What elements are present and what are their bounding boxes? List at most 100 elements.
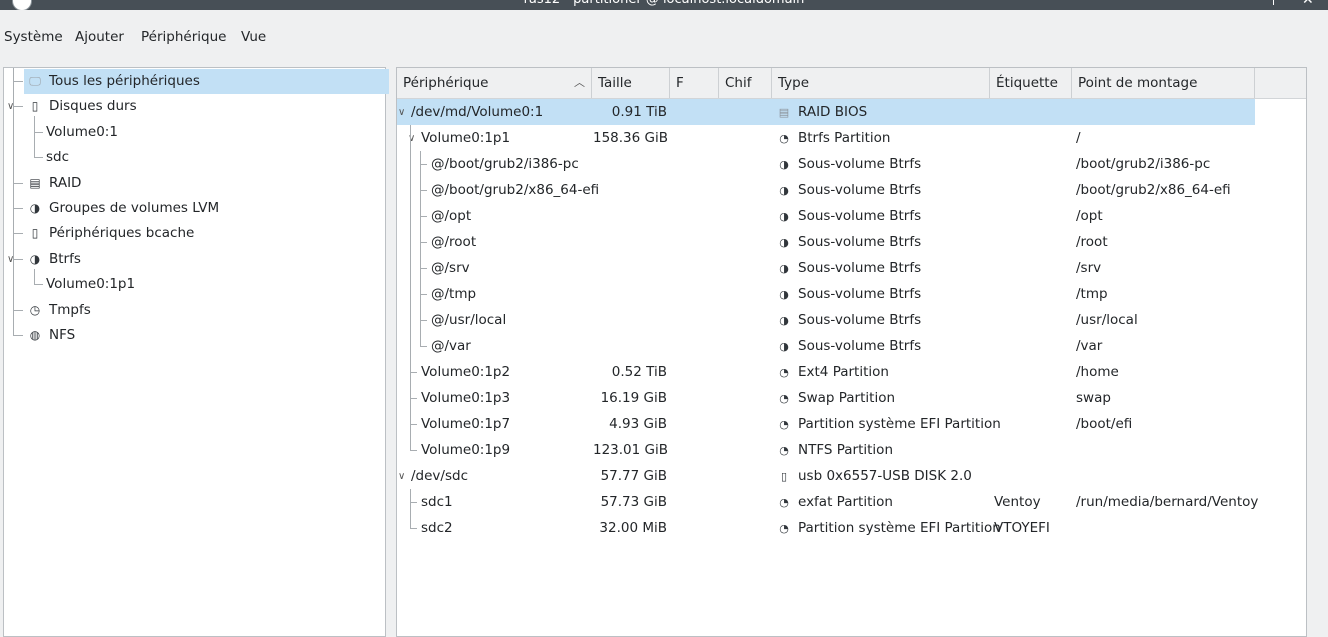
sidebar-item-p-riph-riques-bcache[interactable]: ▯ Périphériques bcache <box>26 221 328 246</box>
cell-type-wrapper: ◔ Ext4 Partition <box>778 359 889 385</box>
raid-icon: ▤ <box>29 175 41 190</box>
window-titlebar: ras12 - partitioner @ localhost.localdom… <box>0 0 1328 10</box>
sidebar-item-raid[interactable]: ▤ RAID <box>26 171 328 196</box>
cell-mount-point: /boot/grub2/x86_64-efi <box>1076 182 1231 198</box>
tree-guide <box>13 106 23 108</box>
tree-guide <box>13 182 23 184</box>
sidebar-item-tous-les-p-riph-riques[interactable]: 🖵 Tous les périphériques <box>24 69 389 94</box>
column-header-etiquette[interactable]: Étiquette <box>990 68 1072 98</box>
table-row[interactable]: Volume0:1p3 16.19 GiB ◔ Swap Partition swap <box>397 385 1255 411</box>
cell-size <box>593 177 667 203</box>
cell-size <box>593 307 667 333</box>
subvolume-pie-icon: ◑ <box>779 262 789 275</box>
column-header-point-de-montage[interactable]: Point de montage <box>1072 68 1255 98</box>
sidebar-item-label: Volume0:1 <box>46 123 118 140</box>
table-row[interactable]: @/var ◑ Sous-volume Btrfs/var <box>397 333 1255 359</box>
cell-mount-point: /tmp <box>1076 286 1108 302</box>
chevron-down-icon[interactable]: ∨ <box>398 471 405 483</box>
sidebar-item-sdc[interactable]: sdc <box>46 145 69 170</box>
partition-pie-icon: ◔ <box>779 132 789 145</box>
column-header-peripherique[interactable]: Périphérique ︿ <box>397 68 592 98</box>
cell-mount-point: /var <box>1076 338 1103 354</box>
cell-device: Volume0:1p2 <box>421 364 511 380</box>
column-header-taille[interactable]: Taille <box>592 68 670 98</box>
table-row[interactable]: sdc2 32.00 MiB ◔ Partition système EFI Part… <box>397 515 1255 541</box>
table-row[interactable]: Volume0:1p1 158.36 GiB ◔ Btrfs Partition / <box>397 125 1255 151</box>
subvolume-pie-icon: ◑ <box>779 184 789 197</box>
raid-icon: ▤ <box>778 106 790 119</box>
sidebar-item-label: Groupes de volumes LVM <box>49 200 220 216</box>
cell-size: 32.00 MiB <box>599 520 667 536</box>
chevron-down-icon[interactable]: ∨ <box>398 107 405 119</box>
sidebar-item-label: Disques durs <box>49 98 137 115</box>
table-row[interactable]: @/srv ◑ Sous-volume Btrfs/srv <box>397 255 1255 281</box>
cell-device: @/opt <box>431 208 472 224</box>
table-row[interactable]: @/boot/grub2/x86_64-efi ◑ Sous-volume Btrf… <box>397 177 1255 203</box>
column-header-chif[interactable]: Chif <box>719 68 772 98</box>
table-row[interactable]: @/opt ◑ Sous-volume Btrfs/opt <box>397 203 1255 229</box>
sidebar-item-tmpfs[interactable]: ◷ Tmpfs <box>26 298 328 323</box>
hard-disk-icon: ▯ <box>31 99 39 114</box>
table-row[interactable]: sdc1 57.73 GiB ◔ exfat Partition Ventoy/run/… <box>397 489 1259 515</box>
cell-type-wrapper: ◔ exfat Partition <box>778 489 893 515</box>
cell-mount-point: / <box>1076 130 1081 146</box>
cell-device: /dev/md/Volume0:1 <box>411 104 544 120</box>
tree-guide <box>13 309 23 311</box>
cell-mount-point: /root <box>1076 234 1108 250</box>
cell-type: NTFS Partition <box>798 442 893 458</box>
column-header-f[interactable]: F <box>670 68 719 98</box>
menu-peripherique[interactable]: Périphérique <box>141 26 226 48</box>
sidebar-item-label: Tous les périphériques <box>49 73 200 89</box>
table-row[interactable]: @/tmp ◑ Sous-volume Btrfs/tmp <box>397 281 1255 307</box>
tree-guide <box>420 190 427 191</box>
cell-size: 0.91 TiB <box>611 104 667 120</box>
table-row[interactable]: /dev/md/Volume0:1 0.91 TiB ▤ RAID BIOS <box>397 99 1255 125</box>
sidebar-item-groupes-de-volumes-lvm[interactable]: ◑ Groupes de volumes LVM <box>26 196 328 221</box>
maximize-icon[interactable] <box>1266 0 1274 5</box>
cell-mount-point: swap <box>1076 390 1111 406</box>
subvolume-pie-icon: ◑ <box>779 314 789 327</box>
device-tree-panel: 🖵 Tous les périphériques ▯ Disques durs ∨ Vol… <box>3 67 389 637</box>
sidebar-item-label: Périphériques bcache <box>49 225 195 242</box>
cell-mount-point: /srv <box>1076 260 1102 276</box>
cell-type: Btrfs Partition <box>798 130 891 146</box>
menu-ajouter[interactable]: Ajouter <box>75 26 124 48</box>
column-header-type[interactable]: Type <box>772 68 990 98</box>
sort-ascending-icon: ︿ <box>574 76 585 89</box>
table-row[interactable]: Volume0:1p2 0.52 TiB ◔ Ext4 Partition/home <box>397 359 1255 385</box>
sidebar-item-nfs[interactable]: ◍ NFS <box>26 323 328 348</box>
table-row[interactable]: /dev/sdc 57.77 GiB ▯ usb 0x6557-USB DISK 2.… <box>397 463 1255 489</box>
table-header: Périphérique ︿ Taille F Chif Type Étique… <box>397 68 1306 99</box>
tree-guide <box>410 502 417 503</box>
cell-size: 16.19 GiB <box>600 390 667 406</box>
cell-type: Sous-volume Btrfs <box>798 260 922 276</box>
sidebar-item-volume0-1p1[interactable]: Volume0:1p1 <box>46 272 135 297</box>
sidebar-item-label: NFS <box>49 327 76 343</box>
tree-guide <box>13 258 23 260</box>
partition-pie-icon: ◔ <box>779 496 789 509</box>
cell-type: Partition système EFI Partition <box>798 416 1001 432</box>
device-table-panel: Périphérique ︿ Taille F Chif Type Étique… <box>396 67 1307 637</box>
bcache-disk-icon: ▯ <box>31 226 39 241</box>
cell-device: sdc1 <box>421 494 453 510</box>
cell-type-wrapper: ◔ Partition système EFI Partition <box>778 515 1001 541</box>
menu-vue[interactable]: Vue <box>241 26 266 48</box>
table-row[interactable]: @/root ◑ Sous-volume Btrfs/root <box>397 229 1255 255</box>
sidebar-item-btrfs[interactable]: ◑ Btrfs <box>26 247 328 272</box>
close-icon[interactable]: ✕ <box>1302 0 1314 8</box>
table-row[interactable]: @/boot/grub2/i386-pc ◑ Sous-volume Btrfs/b… <box>397 151 1255 177</box>
menu-systeme[interactable]: Système <box>4 26 63 48</box>
sidebar-item-volume0-1[interactable]: Volume0:1 <box>46 120 118 145</box>
globe-icon: ◍ <box>29 328 41 342</box>
table-row[interactable]: @/usr/local ◑ Sous-volume Btrfs/usr/local <box>397 307 1255 333</box>
table-row[interactable]: Volume0:1p7 4.93 GiB ◔ Partition système EF… <box>397 411 1255 437</box>
cell-type-wrapper: ◑ Sous-volume Btrfs <box>778 307 921 333</box>
table-row[interactable]: Volume0:1p9 123.01 GiB ◔ NTFS Partition <box>397 437 1255 463</box>
tree-guide <box>420 294 427 295</box>
cell-type-wrapper: ◔ Partition système EFI Partition <box>778 411 1001 437</box>
sidebar-item-disques-durs[interactable]: ▯ Disques durs <box>26 94 328 119</box>
cell-type: Sous-volume Btrfs <box>798 312 922 328</box>
cell-mount-point: /run/media/bernard/Ventoy <box>1076 494 1259 510</box>
monitor-icon: 🖵 <box>29 74 41 88</box>
cell-size <box>593 281 667 307</box>
